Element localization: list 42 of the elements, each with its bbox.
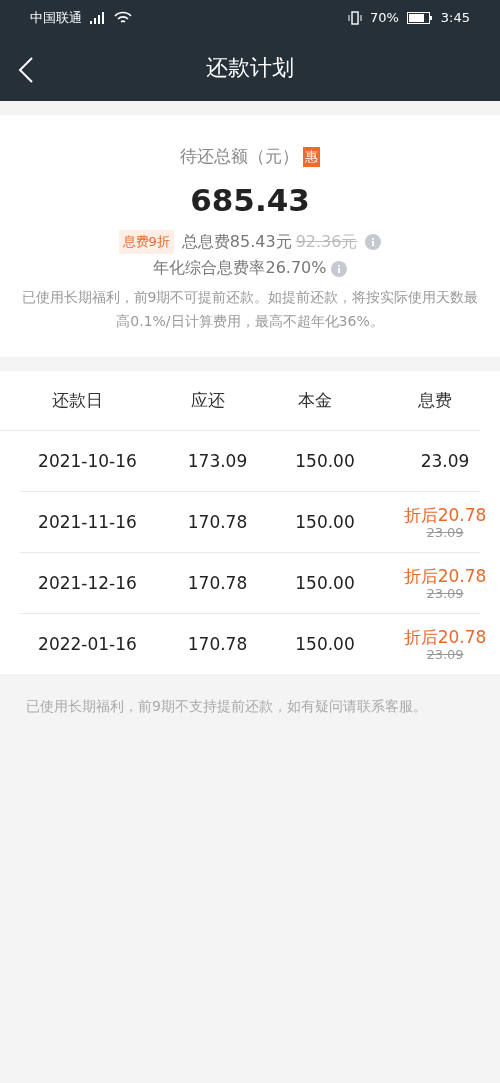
info-icon[interactable]: [365, 234, 382, 250]
original-fee: 23.09: [426, 585, 464, 601]
due-cell-text: 170.78: [186, 634, 249, 654]
date-cell-text: 2021-10-16: [37, 451, 138, 471]
discounted-fee: 折后20.78: [403, 565, 487, 586]
due-cell-text: 173.09: [186, 451, 249, 471]
due-cell-text: 170.78: [186, 573, 249, 593]
original-fee: 23.09: [426, 524, 464, 540]
discount-tag: 息费9折: [118, 230, 174, 254]
fee-cell-text: 23.09: [419, 451, 471, 471]
signal-icon: [90, 11, 106, 24]
clock-time: 3:45: [440, 10, 470, 25]
annual-rate: 年化综合息费率26.70%: [153, 258, 327, 279]
column-header: 本金: [297, 389, 333, 412]
due-cell-text: 170.78: [186, 512, 249, 532]
footer-note: 已使用长期福利，前9期不支持提前还款，如有疑问请联系客服。: [25, 697, 428, 716]
discounted-fee: 折后20.78: [403, 626, 487, 647]
principal-cell-text: 150.00: [294, 512, 356, 532]
principal-cell-text: 150.00: [294, 451, 356, 471]
column-header: 应还: [189, 389, 226, 412]
date-cell-text: 2022-01-16: [37, 634, 138, 654]
column-header: 还款日: [51, 389, 104, 412]
notice-text: 已使用长期福利，前9期不可提前还款。如提前还款，将按实际使用天数最高0.1%/日计算费用，最高不超年化36%。: [20, 288, 480, 331]
principal-cell-text: 150.00: [294, 573, 356, 593]
wifi-icon: [114, 10, 132, 25]
total-fee: 总息费85.43元: [181, 231, 292, 253]
battery-icon: [406, 11, 433, 24]
original-fee: 92.36元: [295, 231, 358, 253]
info-icon[interactable]: [330, 260, 347, 277]
total-amount: 685.43: [190, 182, 310, 218]
date-cell-text: 2021-12-16: [37, 573, 138, 593]
page-title: 还款计划: [206, 54, 294, 82]
date-cell-text: 2021-11-16: [37, 512, 138, 532]
battery-percent: 70%: [369, 10, 399, 25]
original-fee: 23.09: [426, 646, 464, 662]
column-header: 息费: [417, 389, 453, 412]
discount-badge: 惠: [303, 146, 320, 167]
carrier-name: 中国联通: [30, 8, 82, 27]
discounted-fee: 折后20.78: [403, 504, 487, 525]
vibrate-icon: [347, 10, 362, 25]
principal-cell-text: 150.00: [294, 634, 356, 654]
total-due-label: 待还总额（元）: [180, 145, 299, 168]
